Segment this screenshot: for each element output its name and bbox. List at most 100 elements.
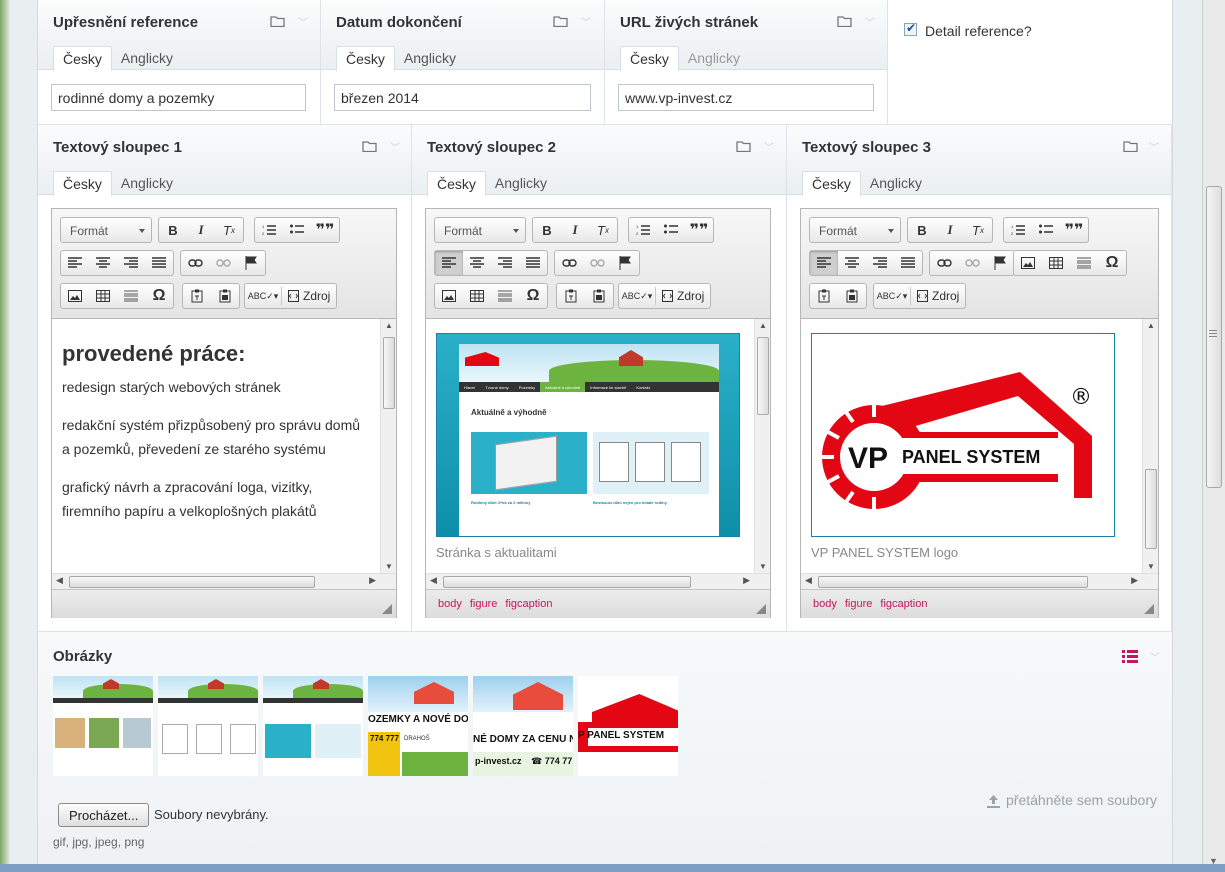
editor-scroll-thumb[interactable] bbox=[383, 337, 395, 409]
tab-english[interactable]: Anglicky bbox=[112, 46, 182, 71]
source-button[interactable]: Zdroj bbox=[282, 284, 336, 308]
special-char-button[interactable]: Ω bbox=[1098, 251, 1126, 275]
scroll-right-icon[interactable]: ▶ bbox=[1131, 575, 1138, 586]
editor-scroll-thumb[interactable] bbox=[757, 337, 769, 415]
italic-button[interactable]: I bbox=[187, 218, 215, 242]
justify-button[interactable] bbox=[519, 251, 547, 275]
blockquote-button[interactable]: ❞❞ bbox=[1060, 218, 1088, 242]
italic-button[interactable]: I bbox=[936, 218, 964, 242]
scroll-down-icon[interactable]: ▼ bbox=[759, 562, 767, 571]
tab-english[interactable]: Anglicky bbox=[861, 171, 931, 196]
editor-hscroll-thumb[interactable] bbox=[69, 576, 315, 588]
resize-handle-icon[interactable] bbox=[382, 604, 392, 614]
list-view-icon[interactable] bbox=[1122, 650, 1138, 663]
align-center-button[interactable] bbox=[838, 251, 866, 275]
editor-content[interactable]: provedené práce: redesign starých webový… bbox=[52, 319, 380, 573]
folder-icon[interactable] bbox=[553, 15, 568, 27]
editor-hscroll-thumb[interactable] bbox=[818, 576, 1088, 588]
resize-handle-icon[interactable] bbox=[1144, 604, 1154, 614]
format-dropdown[interactable]: Formát bbox=[434, 217, 526, 243]
tab-czech[interactable]: Česky bbox=[802, 171, 861, 196]
path-item-body[interactable]: body bbox=[438, 598, 462, 610]
special-char-button[interactable]: Ω bbox=[145, 284, 173, 308]
tab-english[interactable]: Anglicky bbox=[395, 46, 465, 71]
bullet-list-button[interactable] bbox=[283, 218, 311, 242]
spellcheck-button[interactable]: ABC✓▾ bbox=[874, 284, 910, 308]
scroll-down-icon[interactable]: ▼ bbox=[1147, 562, 1155, 571]
tab-english[interactable]: Anglicky bbox=[679, 46, 749, 71]
tab-czech[interactable]: Česky bbox=[53, 46, 112, 71]
scroll-left-icon[interactable]: ◀ bbox=[56, 575, 63, 586]
scroll-left-icon[interactable]: ◀ bbox=[430, 575, 437, 586]
align-left-button[interactable] bbox=[810, 251, 838, 275]
table-button[interactable] bbox=[463, 284, 491, 308]
paste-word-button[interactable] bbox=[211, 284, 239, 308]
chevron-down-icon[interactable]: ﹀ bbox=[1150, 649, 1160, 664]
bullet-list-button[interactable] bbox=[657, 218, 685, 242]
detail-reference-checkbox[interactable] bbox=[904, 21, 917, 36]
paste-word-button[interactable] bbox=[838, 284, 866, 308]
remove-format-button[interactable]: Tx bbox=[589, 218, 617, 242]
table-button[interactable] bbox=[1042, 251, 1070, 275]
align-center-button[interactable] bbox=[89, 251, 117, 275]
bold-button[interactable]: B bbox=[908, 218, 936, 242]
editor-horizontal-scrollbar[interactable]: ◀ ▶ bbox=[801, 573, 1158, 589]
justify-button[interactable] bbox=[145, 251, 173, 275]
editor-scroll-thumb[interactable] bbox=[1145, 469, 1157, 549]
link-button[interactable] bbox=[181, 251, 209, 275]
table-button[interactable] bbox=[89, 284, 117, 308]
link-button[interactable] bbox=[555, 251, 583, 275]
remove-format-button[interactable]: Tx bbox=[215, 218, 243, 242]
image-thumbnail-3[interactable] bbox=[263, 676, 363, 776]
scroll-left-icon[interactable]: ◀ bbox=[805, 575, 812, 586]
tab-czech[interactable]: Česky bbox=[427, 171, 486, 196]
anchor-button[interactable] bbox=[986, 251, 1014, 275]
unlink-button[interactable] bbox=[958, 251, 986, 275]
upresneni-input[interactable]: rodinné domy a pozemky bbox=[51, 84, 306, 111]
justify-button[interactable] bbox=[894, 251, 922, 275]
chevron-down-icon[interactable]: ﹀ bbox=[581, 14, 591, 29]
tab-czech[interactable]: Česky bbox=[53, 171, 112, 196]
path-item-figure[interactable]: figure bbox=[845, 598, 873, 610]
blockquote-button[interactable]: ❞❞ bbox=[311, 218, 339, 242]
horizontal-line-button[interactable] bbox=[1070, 251, 1098, 275]
special-char-button[interactable]: Ω bbox=[519, 284, 547, 308]
chevron-down-icon[interactable]: ﹀ bbox=[865, 14, 875, 29]
path-item-figcaption[interactable]: figcaption bbox=[880, 598, 927, 610]
scroll-up-icon[interactable]: ▲ bbox=[385, 321, 393, 330]
anchor-button[interactable] bbox=[237, 251, 265, 275]
drop-zone[interactable]: přetáhněte sem soubory bbox=[987, 792, 1157, 808]
path-item-figcaption[interactable]: figcaption bbox=[505, 598, 552, 610]
remove-format-button[interactable]: Tx bbox=[964, 218, 992, 242]
paste-text-button[interactable] bbox=[810, 284, 838, 308]
folder-icon[interactable] bbox=[1123, 140, 1138, 152]
folder-icon[interactable] bbox=[362, 140, 377, 152]
image-button[interactable] bbox=[61, 284, 89, 308]
logo-figure[interactable]: VP PANEL SYSTEM ® bbox=[811, 333, 1115, 537]
folder-icon[interactable] bbox=[270, 15, 285, 27]
numbered-list-button[interactable]: 12 bbox=[255, 218, 283, 242]
align-right-button[interactable] bbox=[491, 251, 519, 275]
scroll-right-icon[interactable]: ▶ bbox=[743, 575, 750, 586]
editor-horizontal-scrollbar[interactable]: ◀ ▶ bbox=[52, 573, 396, 589]
align-left-button[interactable] bbox=[61, 251, 89, 275]
bold-button[interactable]: B bbox=[159, 218, 187, 242]
image-button[interactable] bbox=[435, 284, 463, 308]
numbered-list-button[interactable]: 12 bbox=[629, 218, 657, 242]
spellcheck-button[interactable]: ABC✓▾ bbox=[245, 284, 281, 308]
align-left-button[interactable] bbox=[435, 251, 463, 275]
image-thumbnail-6[interactable]: P PANEL SYSTEM bbox=[578, 676, 678, 776]
italic-button[interactable]: I bbox=[561, 218, 589, 242]
folder-icon[interactable] bbox=[837, 15, 852, 27]
page-scrollbar-thumb[interactable] bbox=[1206, 186, 1222, 488]
image-thumbnail-2[interactable] bbox=[158, 676, 258, 776]
unlink-button[interactable] bbox=[583, 251, 611, 275]
scroll-right-icon[interactable]: ▶ bbox=[369, 575, 376, 586]
editor-content[interactable]: VP PANEL SYSTEM ® VP PANEL SYSTEM logo bbox=[801, 319, 1142, 573]
image-thumbnail-4[interactable]: OZEMKY A NOVÉ DOM 774 777 DRAHOŠ bbox=[368, 676, 468, 776]
numbered-list-button[interactable]: 12 bbox=[1004, 218, 1032, 242]
figure-caption[interactable]: VP PANEL SYSTEM logo bbox=[811, 545, 958, 560]
editor-vertical-scrollbar[interactable]: ▲ ▼ bbox=[754, 319, 770, 573]
source-button[interactable]: Zdroj bbox=[911, 284, 965, 308]
spellcheck-button[interactable]: ABC✓▾ bbox=[619, 284, 655, 308]
